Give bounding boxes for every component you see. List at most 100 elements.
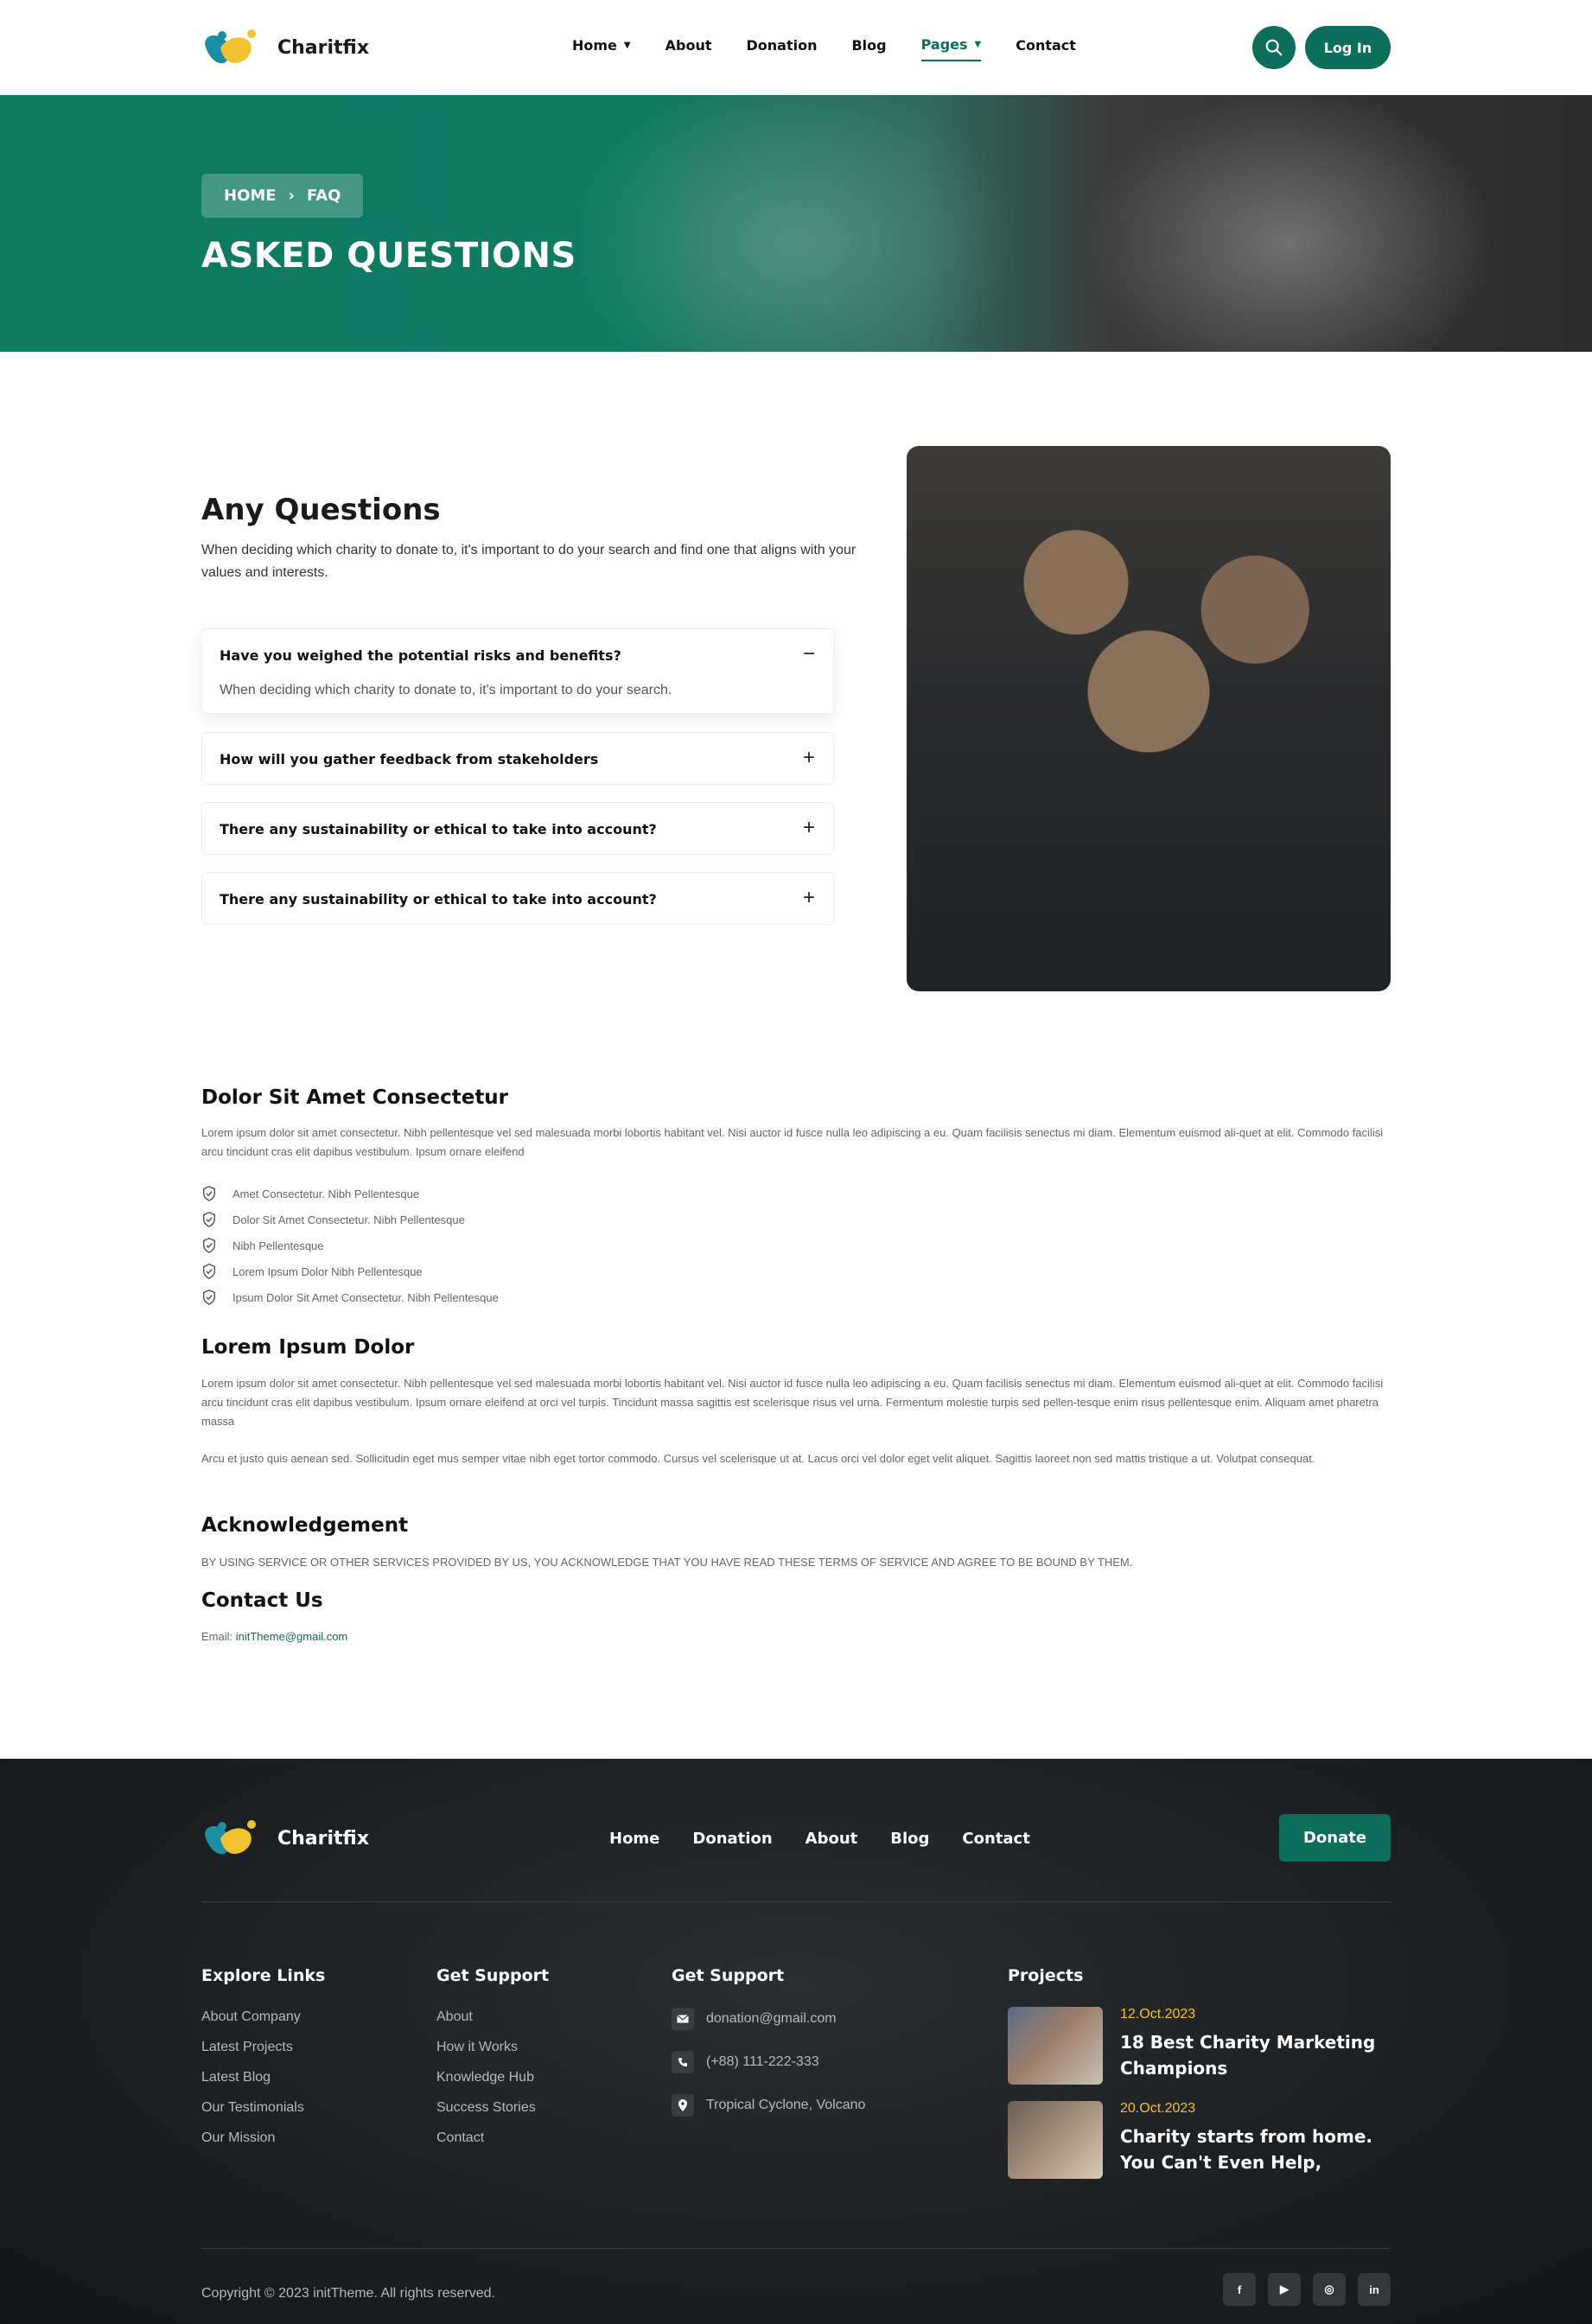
- login-button[interactable]: Log In: [1305, 26, 1391, 69]
- section-text: Arcu et justo quis aenean sed. Sollicitu…: [201, 1452, 1315, 1465]
- plus-icon[interactable]: +: [800, 816, 818, 839]
- project-date: 20.Oct.2023: [1120, 2101, 1196, 2116]
- footer-nav-about[interactable]: About: [806, 1830, 858, 1848]
- list-item-text: Dolor Sit Amet Consectetur. Nibh Pellent…: [232, 1213, 465, 1226]
- explore-links: About Company Latest Projects Latest Blo…: [201, 2009, 304, 2161]
- footer-nav-contact[interactable]: Contact: [962, 1830, 1029, 1848]
- list-item: Ipsum Dolor Sit Amet Consectetur. Nibh P…: [201, 1284, 499, 1310]
- explore-links-title: Explore Links: [201, 1966, 326, 1985]
- faq-answer: When deciding which charity to donate to…: [220, 683, 672, 697]
- instagram-icon[interactable]: ◎: [1313, 2273, 1346, 2306]
- project-title[interactable]: 18 Best Charity Marketing Champions: [1120, 2029, 1388, 2081]
- brand-logo[interactable]: Charitfix: [201, 27, 369, 68]
- plus-icon[interactable]: +: [800, 746, 818, 769]
- list-item-text: Amet Consectetur. Nibh Pellentesque: [232, 1187, 420, 1200]
- shield-check-icon: [202, 1289, 216, 1305]
- footer-link[interactable]: Success Stories: [436, 2100, 536, 2130]
- list-item-text: Nibh Pellentesque: [232, 1238, 324, 1252]
- nav-contact-label: Contact: [1016, 37, 1076, 54]
- location-pin-icon: [672, 2094, 694, 2117]
- faq-item-1[interactable]: Have you weighed the potential risks and…: [201, 628, 834, 714]
- list-item: Amet Consectetur. Nibh Pellentesque: [201, 1181, 499, 1207]
- footer-nav-home[interactable]: Home: [609, 1830, 659, 1848]
- list-item: Lorem Ipsum Dolor Nibh Pellentesque: [201, 1258, 499, 1284]
- footer-brand-name: Charitfix: [277, 1827, 370, 1850]
- contact-email-text: donation@gmail.com: [706, 2011, 837, 2026]
- section-text: Lorem ipsum dolor sit amet consectetur. …: [201, 1126, 1384, 1158]
- nav-home-label: Home: [572, 37, 617, 54]
- faq-item-4[interactable]: There any sustainability or ethical to t…: [201, 872, 834, 925]
- email-label: Email:: [201, 1630, 233, 1643]
- site-header: Charitfix Home ▼ About Donation Blog Page…: [0, 0, 1592, 95]
- footer-divider: [201, 2248, 1391, 2249]
- footer-link[interactable]: Contact: [436, 2130, 536, 2161]
- breadcrumb-current: FAQ: [307, 187, 341, 205]
- faq-item-3[interactable]: There any sustainability or ethical to t…: [201, 802, 834, 855]
- project-card[interactable]: 20.Oct.2023 Charity starts from home. Yo…: [1008, 2101, 1388, 2179]
- faq-item-2[interactable]: How will you gather feedback from stakeh…: [201, 732, 834, 785]
- footer-link[interactable]: About Company: [201, 2009, 304, 2040]
- footer-link[interactable]: Knowledge Hub: [436, 2070, 536, 2100]
- email-link[interactable]: initTheme@gmail.com: [236, 1630, 348, 1643]
- footer-link[interactable]: How it Works: [436, 2040, 536, 2070]
- facebook-icon[interactable]: f: [1223, 2273, 1256, 2306]
- feature-list: Amet Consectetur. Nibh Pellentesque Dolo…: [201, 1181, 499, 1310]
- nav-home[interactable]: Home ▼: [572, 36, 631, 61]
- project-title[interactable]: Charity starts from home. You Can't Even…: [1120, 2123, 1388, 2175]
- main-nav: Home ▼ About Donation Blog Pages ▼ Contact: [572, 36, 1111, 61]
- section-title: Acknowledgement: [201, 1514, 409, 1537]
- nav-pages[interactable]: Pages ▼: [920, 36, 982, 61]
- linkedin-icon[interactable]: in: [1358, 2273, 1391, 2306]
- breadcrumb-separator-icon: ›: [288, 187, 295, 205]
- brand-name: Charitfix: [277, 36, 370, 59]
- social-links: f ▶ ◎ in: [1223, 2273, 1391, 2306]
- minus-icon[interactable]: −: [800, 642, 818, 665]
- nav-about[interactable]: About: [665, 36, 712, 61]
- page-hero: HOME › FAQ ASKED QUESTIONS: [0, 95, 1592, 352]
- charity-heart-icon: [205, 1820, 256, 1855]
- charity-heart-icon: [205, 29, 256, 64]
- nav-contact[interactable]: Contact: [1016, 36, 1076, 61]
- section-text: Lorem ipsum dolor sit amet consectetur. …: [201, 1377, 1384, 1428]
- contact-email[interactable]: donation@gmail.com: [672, 2008, 837, 2030]
- youtube-icon[interactable]: ▶: [1268, 2273, 1301, 2306]
- breadcrumb-home[interactable]: HOME: [224, 187, 277, 205]
- phone-icon: [672, 2051, 694, 2073]
- nav-blog[interactable]: Blog: [851, 36, 886, 61]
- footer-link[interactable]: Latest Projects: [201, 2040, 304, 2070]
- footer-link[interactable]: Our Testimonials: [201, 2100, 304, 2130]
- hero-photo-children: [1063, 95, 1512, 352]
- footer-link[interactable]: Latest Blog: [201, 2070, 304, 2100]
- footer-brand-logo[interactable]: Charitfix: [201, 1818, 369, 1859]
- contact-phone[interactable]: (+88) 111-222-333: [672, 2051, 819, 2073]
- project-date: 12.Oct.2023: [1120, 2007, 1196, 2022]
- faq-question: There any sustainability or ethical to t…: [220, 821, 657, 837]
- list-item-text: Ipsum Dolor Sit Amet Consectetur. Nibh P…: [232, 1290, 499, 1304]
- search-button[interactable]: [1252, 26, 1296, 69]
- list-item: Nibh Pellentesque: [201, 1232, 499, 1258]
- faq-question: Have you weighed the potential risks and…: [220, 647, 621, 664]
- chevron-down-icon: ▼: [623, 41, 631, 50]
- shield-check-icon: [202, 1238, 216, 1253]
- list-item: Dolor Sit Amet Consectetur. Nibh Pellent…: [201, 1207, 499, 1232]
- footer-link[interactable]: Our Mission: [201, 2130, 304, 2161]
- footer-nav: Home Donation About Blog Contact: [609, 1830, 1030, 1848]
- section-title: Dolor Sit Amet Consectetur: [201, 1086, 509, 1109]
- project-card[interactable]: 12.Oct.2023 18 Best Charity Marketing Ch…: [1008, 2007, 1388, 2085]
- footer-nav-blog[interactable]: Blog: [890, 1830, 929, 1848]
- donate-button[interactable]: Donate: [1279, 1814, 1391, 1862]
- contact-title: Get Support: [672, 1966, 785, 1985]
- section-text: BY USING SERVICE OR OTHER SERVICES PROVI…: [201, 1556, 1133, 1569]
- nav-donation-label: Donation: [746, 37, 818, 54]
- faq-question: There any sustainability or ethical to t…: [220, 891, 657, 907]
- plus-icon[interactable]: +: [800, 886, 818, 909]
- footer-nav-donation[interactable]: Donation: [692, 1830, 772, 1848]
- shield-check-icon: [202, 1264, 216, 1279]
- nav-blog-label: Blog: [851, 37, 887, 54]
- footer-link[interactable]: About: [436, 2009, 536, 2040]
- mail-icon: [672, 2008, 694, 2030]
- list-item-text: Lorem Ipsum Dolor Nibh Pellentesque: [232, 1264, 423, 1278]
- nav-pages-label: Pages: [920, 36, 968, 53]
- nav-donation[interactable]: Donation: [746, 36, 817, 61]
- footer-divider: [201, 1901, 1391, 1902]
